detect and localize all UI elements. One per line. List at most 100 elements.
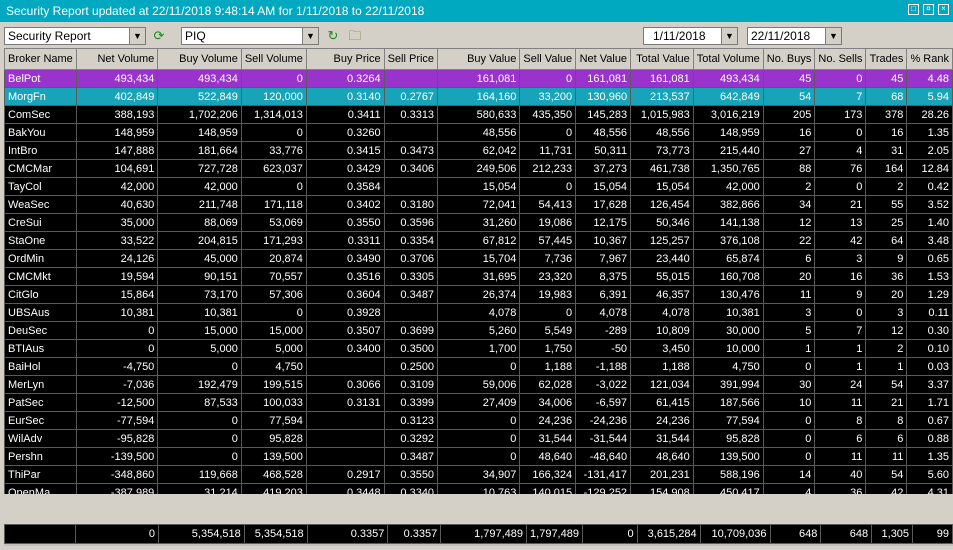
chevron-down-icon[interactable]: ▼ bbox=[825, 28, 841, 44]
table-row[interactable]: WilAdv -95,828 0 95,828 0.3292 0 31,544 -31,544… bbox=[4, 429, 953, 448]
value-cell: 5,000 bbox=[240, 339, 307, 358]
table-row[interactable]: Pershn -139,500 0 139,500 0.3487 0 48,640 -48,6… bbox=[4, 447, 953, 466]
table-row[interactable]: CMCMar 104,691 727,728 623,037 0.3429 0.3406 2… bbox=[4, 159, 953, 178]
table-row[interactable]: PatSec -12,500 87,533 100,033 0.3131 0.3399 27… bbox=[4, 393, 953, 412]
value-cell: 8 bbox=[865, 411, 908, 430]
value-cell bbox=[305, 429, 385, 448]
column-header[interactable]: Broker Name bbox=[4, 48, 77, 70]
value-cell: 215,440 bbox=[692, 141, 764, 160]
value-cell: 376,108 bbox=[692, 231, 764, 250]
value-cell: 50,346 bbox=[630, 213, 694, 232]
table-row[interactable]: ThiPar -348,860 119,668 468,528 0.2917 0.3550… bbox=[4, 465, 953, 484]
value-cell: 4.48 bbox=[906, 69, 953, 88]
table-row[interactable]: WeaSec 40,630 211,748 171,118 0.3402 0.3180 72… bbox=[4, 195, 953, 214]
table-row[interactable]: UBSAus 10,381 10,381 0 0.3928 4,078 0 4,078 4,07… bbox=[4, 303, 953, 322]
value-cell: 0.3402 bbox=[305, 195, 385, 214]
column-header[interactable]: % Rank bbox=[906, 48, 953, 70]
value-cell bbox=[383, 69, 439, 88]
broker-name-cell: UBSAus bbox=[4, 303, 77, 322]
value-cell: 12,175 bbox=[575, 213, 632, 232]
table-row[interactable]: BakYou 148,959 148,959 0 0.3260 48,556 0 48,556… bbox=[4, 123, 953, 142]
value-cell: 48,556 bbox=[630, 123, 694, 142]
value-cell: 11 bbox=[814, 447, 867, 466]
close-button[interactable]: × bbox=[938, 4, 949, 15]
table-row[interactable]: ComSec 388,193 1,702,206 1,314,013 0.3411 0.3… bbox=[4, 105, 953, 124]
table-row[interactable]: BTIAus 0 5,000 5,000 0.3400 0.3500 1,700 1,750-… bbox=[4, 339, 953, 358]
value-cell: -4,750 bbox=[75, 357, 159, 376]
value-cell: 0 bbox=[240, 69, 307, 88]
table-row[interactable]: CreSui 35,000 88,069 53,069 0.3550 0.3596 31,2… bbox=[4, 213, 953, 232]
column-header[interactable]: Total Value bbox=[630, 48, 694, 70]
value-cell: 3.52 bbox=[906, 195, 953, 214]
column-header[interactable]: Sell Price bbox=[383, 48, 439, 70]
value-cell: 139,500 bbox=[692, 447, 764, 466]
pin-button[interactable]: ¤ bbox=[923, 4, 934, 15]
column-header[interactable]: Buy Volume bbox=[157, 48, 242, 70]
table-row[interactable]: BelPot 493,434 493,434 0 0.3264 161,081 0 161,0… bbox=[4, 69, 953, 88]
table-row[interactable]: BaiHol -4,750 0 4,750 0.2500 0 1,188 -1,188 1,18… bbox=[4, 357, 953, 376]
value-cell: 0 bbox=[814, 177, 867, 196]
value-cell: 125,257 bbox=[630, 231, 694, 250]
value-cell: 213,537 bbox=[630, 87, 694, 106]
table-row[interactable]: OrdMin 24,126 45,000 20,874 0.3490 0.3706 15,7… bbox=[4, 249, 953, 268]
value-cell: 33,522 bbox=[75, 231, 159, 250]
report-select[interactable]: Security Report ▼ bbox=[4, 27, 146, 45]
table-row[interactable]: MorgFn 402,849 522,849 120,000 0.3140 0.2767 1… bbox=[4, 87, 953, 106]
value-cell: 20,874 bbox=[240, 249, 307, 268]
value-cell: 31,544 bbox=[519, 429, 577, 448]
value-cell: 54 bbox=[865, 465, 908, 484]
horizontal-scrollbar[interactable] bbox=[4, 546, 953, 550]
table-row[interactable]: CMCMkt 19,594 90,151 70,557 0.3516 0.3305 31,6… bbox=[4, 267, 953, 286]
value-cell: 3,016,219 bbox=[692, 105, 764, 124]
value-cell: 1.40 bbox=[906, 213, 953, 232]
column-header[interactable]: Buy Price bbox=[305, 48, 385, 70]
value-cell: 8,375 bbox=[575, 267, 632, 286]
column-header[interactable]: No. Sells bbox=[814, 48, 867, 70]
column-header[interactable]: No. Buys bbox=[762, 48, 816, 70]
value-cell: 435,350 bbox=[519, 105, 577, 124]
date-to-field[interactable]: 22/11/2018 ▼ bbox=[747, 27, 842, 45]
value-cell: 0.3706 bbox=[383, 249, 439, 268]
table-row[interactable]: IntBro 147,888 181,664 33,776 0.3415 0.3473 62… bbox=[4, 141, 953, 160]
table-row[interactable]: EurSec -77,594 0 77,594 0.3123 0 24,236 -24,236… bbox=[4, 411, 953, 430]
security-input[interactable]: PIQ ▼ bbox=[181, 27, 319, 45]
table-row[interactable]: CitGlo 15,864 73,170 57,306 0.3604 0.3487 26,3… bbox=[4, 285, 953, 304]
chevron-down-icon[interactable]: ▼ bbox=[302, 28, 318, 44]
value-cell: 1,350,765 bbox=[692, 159, 764, 178]
column-header[interactable]: Buy Value bbox=[437, 48, 521, 70]
chevron-down-icon[interactable]: ▼ bbox=[721, 28, 737, 44]
column-header[interactable]: Sell Value bbox=[519, 48, 577, 70]
value-cell: 77,594 bbox=[692, 411, 764, 430]
value-cell: 121,034 bbox=[630, 375, 694, 394]
table-row[interactable]: TayCol 42,000 42,000 0 0.3584 15,054 0 15,054 15… bbox=[4, 177, 953, 196]
value-cell: 0.3180 bbox=[383, 195, 439, 214]
value-cell: 181,664 bbox=[157, 141, 242, 160]
value-cell: 27 bbox=[762, 141, 816, 160]
table-row[interactable]: StaOne 33,522 204,815 171,293 0.3311 0.3354 67… bbox=[4, 231, 953, 250]
value-cell: 0 bbox=[240, 177, 307, 196]
table-row[interactable]: OpenMa -387,989 31,214 419,203 0.3448 0.3340 1… bbox=[4, 483, 953, 494]
chevron-down-icon[interactable]: ▼ bbox=[129, 28, 145, 44]
refresh-icon[interactable]: ⟳ bbox=[151, 27, 167, 45]
column-header[interactable]: Trades bbox=[865, 48, 908, 70]
value-cell: 0.10 bbox=[906, 339, 953, 358]
date-from-field[interactable]: 1/11/2018 ▼ bbox=[643, 27, 738, 45]
column-header[interactable]: Net Value bbox=[575, 48, 632, 70]
column-header[interactable]: Net Volume bbox=[75, 48, 159, 70]
table-row[interactable]: MerLyn -7,036 192,479 199,515 0.3066 0.3109 59… bbox=[4, 375, 953, 394]
value-cell: 0.03 bbox=[906, 357, 953, 376]
value-cell: 100,033 bbox=[240, 393, 307, 412]
title-bar: Security Report updated at 22/11/2018 9:… bbox=[0, 0, 953, 22]
value-cell: 31 bbox=[865, 141, 908, 160]
value-cell: 7,736 bbox=[519, 249, 577, 268]
go-icon[interactable]: ↻ bbox=[325, 27, 341, 45]
table-row[interactable]: DeuSec 0 15,000 15,000 0.3507 0.3699 5,260 5,54… bbox=[4, 321, 953, 340]
restore-button[interactable]: □ bbox=[908, 4, 919, 15]
value-cell: 148,959 bbox=[157, 123, 242, 142]
value-cell: 27,409 bbox=[437, 393, 521, 412]
column-header[interactable]: Total Volume bbox=[692, 48, 764, 70]
broker-name-cell: CMCMkt bbox=[4, 267, 77, 286]
column-header[interactable]: Sell Volume bbox=[240, 48, 307, 70]
value-cell: 0.3131 bbox=[305, 393, 385, 412]
folder-icon[interactable]: 🗀 bbox=[347, 27, 363, 45]
